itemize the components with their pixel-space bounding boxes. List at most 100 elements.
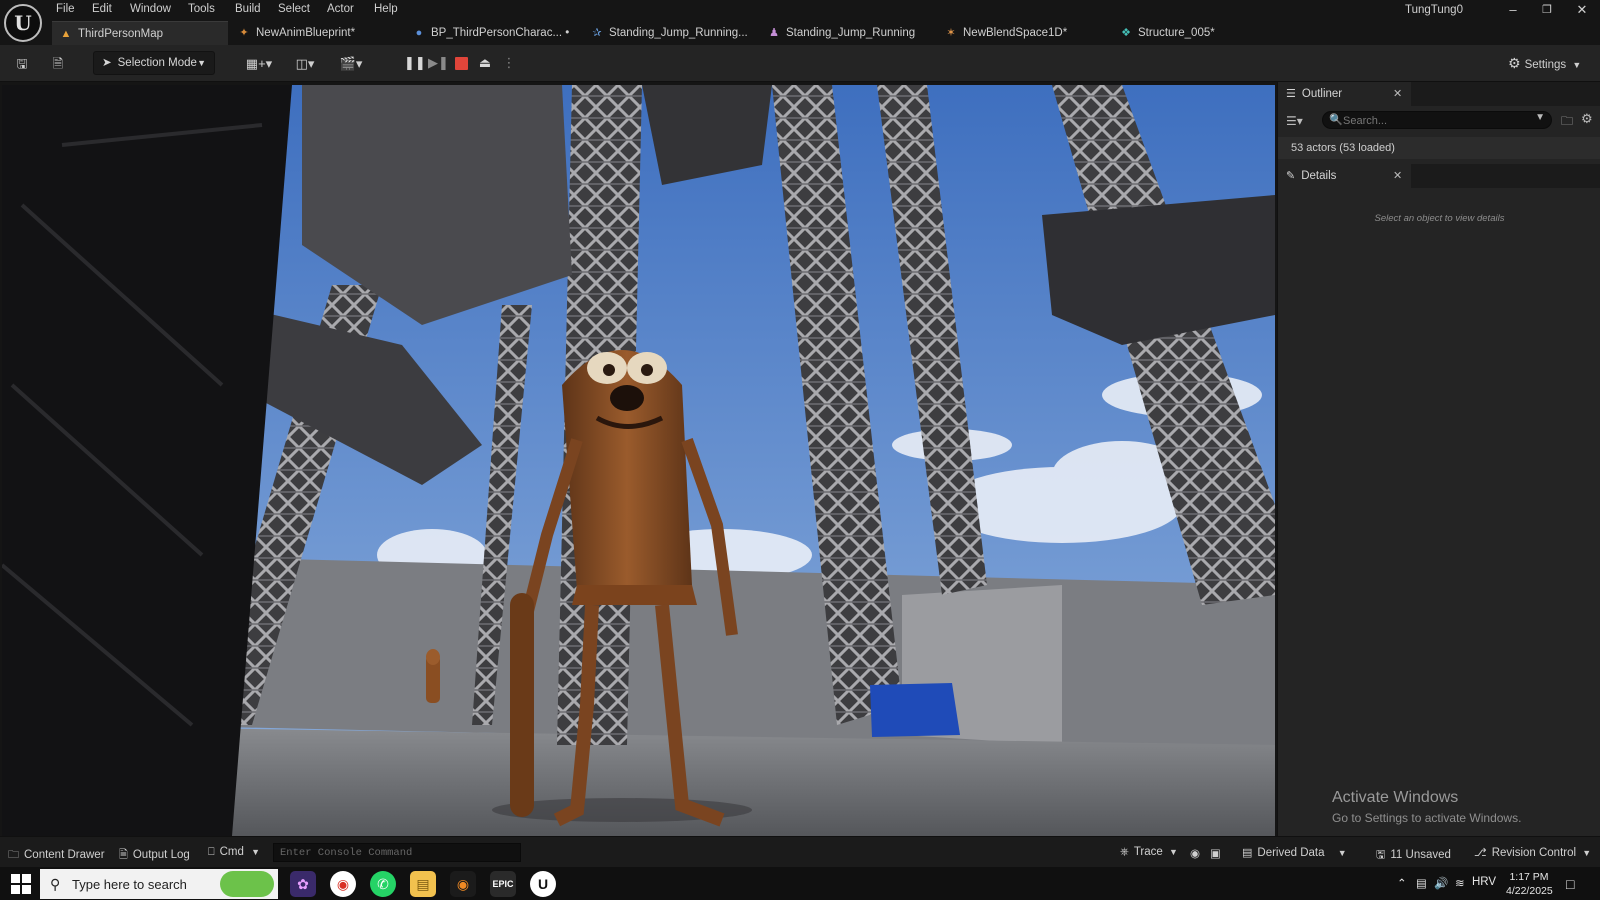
menu-select[interactable]: Select bbox=[278, 3, 310, 15]
record-icon[interactable]: ◉ bbox=[1190, 846, 1200, 860]
menu-build[interactable]: Build bbox=[235, 3, 261, 15]
chevron-down-icon[interactable]: ▼ bbox=[1535, 112, 1545, 123]
volume-icon[interactable]: 🔊 bbox=[1434, 876, 1448, 890]
pause-icon[interactable]: ❚❚ bbox=[404, 54, 426, 72]
menu-edit[interactable]: Edit bbox=[92, 3, 112, 15]
details-empty-hint: Select an object to view details bbox=[1374, 213, 1505, 224]
menu-tools[interactable]: Tools bbox=[188, 3, 215, 15]
anim-blueprint-icon: ✦ bbox=[239, 27, 249, 39]
user-name: TungTung0 bbox=[1405, 4, 1463, 16]
windows-start-icon[interactable] bbox=[10, 873, 32, 895]
structure-icon: ❖ bbox=[1121, 27, 1131, 39]
unsaved-icon: 🖫 bbox=[1376, 849, 1386, 861]
file-explorer-icon[interactable]: ▤ bbox=[410, 871, 436, 897]
taskbar-search[interactable]: ⚲ bbox=[40, 869, 278, 899]
more-options-icon[interactable]: ⋮ bbox=[500, 54, 518, 72]
level-viewport[interactable] bbox=[2, 85, 1275, 836]
menu-file[interactable]: File bbox=[56, 3, 75, 15]
clock-date: 4/22/2025 bbox=[1506, 885, 1553, 897]
blueprints-icon[interactable]: ◫▾ bbox=[288, 54, 322, 74]
tab-details[interactable]: ✎ Details ✕ bbox=[1278, 164, 1411, 188]
console-command-field[interactable] bbox=[273, 843, 521, 862]
output-log-icon: 🗎 bbox=[119, 849, 128, 861]
output-log-button[interactable]: 🗎 Output Log bbox=[119, 846, 190, 865]
document-tab-bar: ▲ ThirdPersonMap ✦ NewAnimBlueprint* ● BP_T… bbox=[0, 21, 1600, 45]
filter-icon[interactable]: ☰▾ bbox=[1286, 114, 1303, 128]
blendspace-icon: ✶ bbox=[946, 27, 956, 39]
outliner-search-input[interactable] bbox=[1343, 113, 1533, 128]
tab-newanimblueprint[interactable]: ✦ NewAnimBlueprint* bbox=[238, 21, 355, 45]
browse-content-icon[interactable]: 🗎 bbox=[48, 54, 68, 74]
menu-window[interactable]: Window bbox=[130, 3, 171, 15]
revision-control-dropdown[interactable]: ⎇ Revision Control ▼ bbox=[1474, 846, 1591, 859]
actor-count: 53 actors (53 loaded) bbox=[1278, 137, 1600, 159]
clock-time: 1:17 PM bbox=[1509, 871, 1549, 883]
taskbar-search-input[interactable] bbox=[72, 876, 222, 892]
cmd-dropdown[interactable]: ⎕ Cmd ▼ bbox=[208, 846, 260, 859]
tab-newblendspace1d[interactable]: ✶ NewBlendSpace1D* bbox=[945, 21, 1067, 45]
chevron-up-icon[interactable]: ⌃ bbox=[1397, 876, 1407, 890]
level-icon: ▲ bbox=[60, 28, 72, 40]
new-folder-icon[interactable]: 🗀 bbox=[1561, 112, 1573, 133]
content-drawer-button[interactable]: 🗀 Content Drawer bbox=[8, 846, 105, 865]
chevron-down-icon: ▼ bbox=[1337, 848, 1347, 858]
unreal-engine-icon[interactable]: U bbox=[530, 871, 556, 897]
copilot-icon[interactable]: ✿ bbox=[290, 871, 316, 897]
console-command-input[interactable] bbox=[274, 844, 514, 862]
derived-data-icon: ▤ bbox=[1242, 847, 1253, 859]
close-window-icon[interactable]: ✕ bbox=[1567, 2, 1597, 18]
trace-dropdown[interactable]: ⎈ Trace ▼ bbox=[1120, 846, 1178, 859]
tab-thirdpersonmap[interactable]: ▲ ThirdPersonMap bbox=[52, 21, 228, 45]
save-icon[interactable]: 🖫 bbox=[12, 54, 32, 74]
derived-data-dropdown[interactable]: ▤ Derived Data ▼ bbox=[1242, 846, 1347, 859]
chevron-down-icon: ▼ bbox=[251, 847, 261, 857]
menu-help[interactable]: Help bbox=[374, 3, 398, 15]
unreal-logo-icon[interactable]: U bbox=[4, 4, 42, 42]
outliner-settings-icon[interactable]: ⚙ bbox=[1581, 111, 1593, 127]
viewport-scene bbox=[2, 85, 1275, 836]
tab-structure-005[interactable]: ❖ Structure_005* bbox=[1120, 21, 1215, 45]
anim-sequence-icon: ✰ bbox=[592, 27, 602, 39]
wifi-icon[interactable]: ≋ bbox=[1455, 876, 1465, 890]
cinematics-icon[interactable]: 🎬▾ bbox=[334, 54, 368, 74]
title-bar: U File Edit Window Tools Build Select Ac… bbox=[0, 0, 1600, 42]
blueprint-icon: ● bbox=[415, 27, 423, 39]
clock[interactable]: 1:17 PM 4/22/2025 bbox=[1506, 870, 1553, 898]
blue-box bbox=[870, 683, 960, 737]
close-icon[interactable]: ✕ bbox=[1393, 164, 1402, 188]
screenshot-icon[interactable]: ▣ bbox=[1210, 846, 1221, 860]
restore-icon[interactable]: ❐ bbox=[1532, 2, 1562, 18]
network-icon[interactable]: ▤ bbox=[1416, 876, 1427, 890]
whatsapp-icon[interactable]: ✆ bbox=[370, 871, 396, 897]
frame-advance-icon[interactable]: ▶❚ bbox=[428, 54, 449, 72]
add-actor-icon[interactable]: ▦+▾ bbox=[242, 54, 276, 74]
windows-taskbar: ⚲ ✿ ◉ ✆ ▤ ◉ EPIC U ⌃ ▤ 🔊 ≋ HRV 1:17 PM 4… bbox=[0, 867, 1600, 900]
chevron-down-icon: ▼ bbox=[1169, 847, 1178, 857]
search-icon: 🔍 bbox=[1329, 114, 1343, 126]
stop-icon[interactable] bbox=[455, 57, 468, 70]
blender-icon[interactable]: ◉ bbox=[450, 871, 476, 897]
selection-mode-dropdown[interactable]: ➤ Selection Mode ▼ bbox=[93, 51, 215, 75]
minimize-icon[interactable]: – bbox=[1498, 2, 1528, 18]
search-highlight-icon bbox=[220, 871, 274, 897]
close-icon[interactable]: ✕ bbox=[1393, 82, 1402, 106]
outliner-search[interactable]: 🔍 ▼ bbox=[1322, 111, 1552, 129]
unsaved-button[interactable]: 🖫 11 Unsaved bbox=[1376, 846, 1451, 865]
menu-actor[interactable]: Actor bbox=[327, 3, 354, 15]
epic-games-icon[interactable]: EPIC bbox=[490, 871, 516, 897]
eject-icon[interactable]: ⏏ bbox=[476, 54, 494, 72]
tab-standing-jump-running-anim[interactable]: ✰ Standing_Jump_Running... bbox=[591, 21, 747, 45]
trace-icon: ⎈ bbox=[1120, 846, 1129, 858]
chrome-icon[interactable]: ◉ bbox=[330, 871, 356, 897]
terminal-icon: ⎕ bbox=[208, 846, 215, 858]
level-toolbar: 🖫 🗎 ➤ Selection Mode ▼ ▦+▾ ◫▾ 🎬▾ ❚❚ ▶❚ ⏏ … bbox=[0, 45, 1600, 82]
watermark-title: Activate Windows bbox=[1332, 789, 1459, 806]
tab-bp-thirdpersoncharacter[interactable]: ● BP_ThirdPersonCharac... • bbox=[413, 21, 570, 45]
notifications-icon[interactable]: □ bbox=[1566, 876, 1574, 892]
tab-outliner[interactable]: ☰ Outliner ✕ bbox=[1278, 82, 1411, 106]
right-panel: ☰Outliner ✕ ☰▾ 🔍 ▼ 🗀 ⚙ 53 actors (53 loa… bbox=[1277, 82, 1600, 836]
content-drawer-icon: 🗀 bbox=[8, 849, 19, 861]
tab-standing-jump-running-skeleton[interactable]: ♟ Standing_Jump_Running bbox=[768, 21, 915, 45]
language-indicator[interactable]: HRV bbox=[1472, 876, 1496, 888]
settings-button[interactable]: ⚙ Settings ▼ bbox=[1508, 55, 1581, 72]
